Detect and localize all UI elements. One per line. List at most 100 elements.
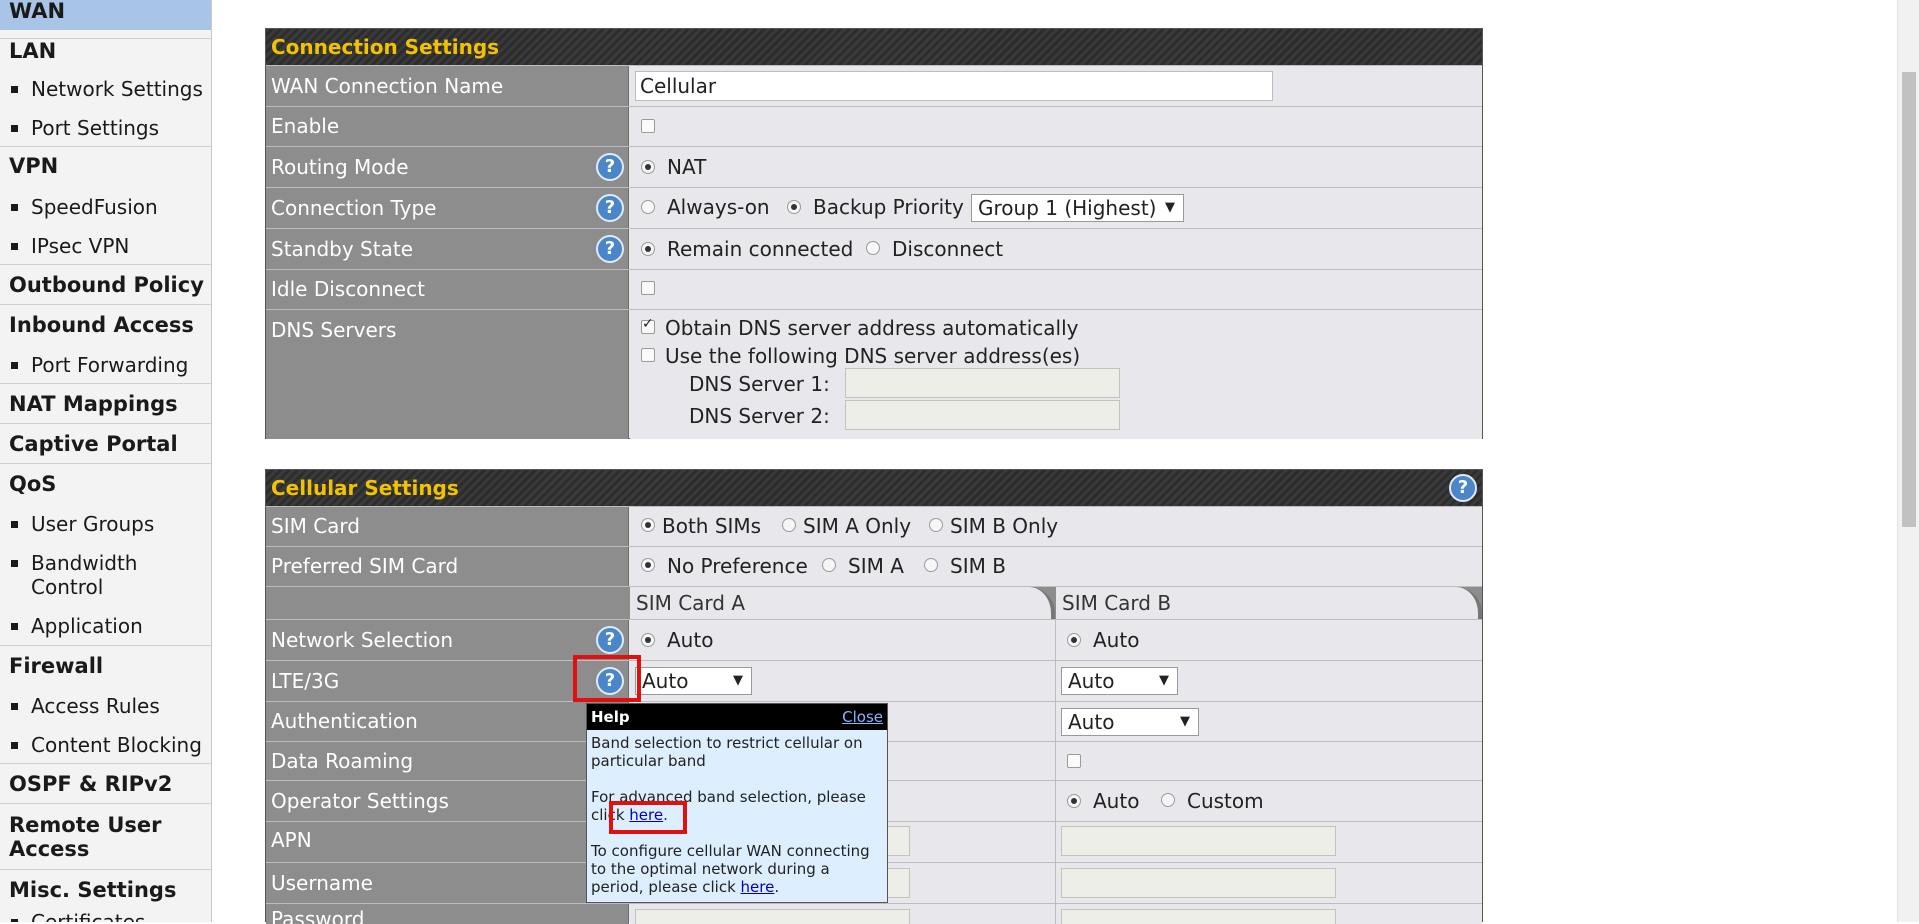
nav-qos[interactable]: QoS bbox=[0, 463, 211, 495]
nav-bandwidth-control[interactable]: Bandwidth Control bbox=[0, 551, 211, 599]
routing-nat-label: NAT bbox=[667, 155, 707, 179]
routing-nat-radio[interactable] bbox=[641, 160, 655, 174]
authentication-b-select[interactable]: Auto ▼ bbox=[1061, 708, 1199, 736]
nav-misc-settings-label: Misc. Settings bbox=[9, 878, 177, 902]
remain-connected-radio[interactable] bbox=[641, 242, 655, 256]
tab-sim-card-b[interactable]: SIM Card B bbox=[1056, 587, 1482, 619]
nav-access-rules[interactable]: Access Rules bbox=[0, 694, 211, 718]
enable-label: Enable bbox=[266, 107, 629, 146]
wan-connection-name-input[interactable] bbox=[635, 71, 1273, 101]
lte-a-select[interactable]: Auto ▼ bbox=[635, 667, 752, 695]
cellular-help-icon[interactable]: ? bbox=[1449, 474, 1477, 502]
authentication-b-cell: Auto ▼ bbox=[1056, 702, 1482, 741]
nav-inbound-access[interactable]: Inbound Access bbox=[0, 304, 211, 337]
sim-b-only-label: SIM B Only bbox=[950, 514, 1059, 538]
dns-auto-checkbox[interactable] bbox=[641, 316, 655, 334]
optimal-network-here-link[interactable]: here bbox=[741, 878, 775, 896]
data-roaming-b-checkbox[interactable] bbox=[1067, 754, 1081, 768]
row-preferred-sim: Preferred SIM Card No Preference SIM A S… bbox=[266, 546, 1482, 586]
operator-custom-b-radio[interactable] bbox=[1161, 793, 1175, 807]
help-popup-close-link[interactable]: Close bbox=[842, 704, 883, 730]
standby-label: Standby State bbox=[271, 237, 413, 261]
preferred-sim-b-radio[interactable] bbox=[924, 558, 938, 572]
nav-vpn[interactable]: VPN bbox=[0, 146, 211, 178]
lte-a-value: Auto bbox=[642, 669, 689, 693]
row-network-selection: Network Selection ? Auto Auto bbox=[266, 619, 1482, 660]
network-selection-help-icon[interactable]: ? bbox=[596, 626, 624, 654]
nav-inbound-access-label: Inbound Access bbox=[9, 313, 194, 337]
preferred-sim-a-radio[interactable] bbox=[822, 558, 836, 572]
help-period-click-text: period, please click bbox=[591, 878, 741, 896]
nav-port-settings[interactable]: Port Settings bbox=[0, 116, 211, 140]
routing-mode-cell: NAT bbox=[630, 147, 1482, 187]
nav-port-forwarding[interactable]: Port Forwarding bbox=[0, 353, 211, 377]
sim-a-only-radio[interactable] bbox=[782, 518, 796, 532]
nav-certificates[interactable]: Certificates bbox=[0, 910, 211, 922]
nav-speedfusion[interactable]: SpeedFusion bbox=[0, 195, 211, 219]
both-sims-radio[interactable] bbox=[641, 518, 655, 532]
routing-mode-label: Routing Mode bbox=[271, 155, 409, 179]
no-preference-radio[interactable] bbox=[641, 558, 655, 572]
username-label: Username bbox=[266, 863, 629, 903]
dns-manual-checkbox[interactable] bbox=[641, 348, 655, 362]
nav-misc-settings[interactable]: Misc. Settings bbox=[0, 869, 211, 902]
disconnect-label: Disconnect bbox=[892, 237, 1004, 261]
bullet-icon bbox=[11, 560, 18, 567]
network-auto-b-label: Auto bbox=[1093, 628, 1140, 652]
dns-server-2-input[interactable] bbox=[845, 400, 1120, 430]
tab-sim-card-a[interactable]: SIM Card A bbox=[630, 587, 1055, 619]
always-on-radio[interactable] bbox=[641, 200, 655, 214]
sim-card-label: SIM Card bbox=[266, 507, 629, 546]
sim-b-only-radio[interactable] bbox=[929, 518, 943, 532]
disconnect-radio[interactable] bbox=[866, 241, 880, 255]
nav-application[interactable]: Application bbox=[0, 614, 211, 638]
nav-ipsec-vpn[interactable]: IPsec VPN bbox=[0, 234, 211, 258]
nav-port-forwarding-label: Port Forwarding bbox=[31, 353, 189, 377]
operator-auto-b-radio[interactable] bbox=[1067, 794, 1081, 808]
network-selection-label: Network Selection bbox=[271, 628, 454, 652]
nav-wan[interactable]: WAN bbox=[0, 0, 211, 30]
row-routing-mode: Routing Mode ? NAT bbox=[266, 146, 1482, 187]
network-auto-a-radio[interactable] bbox=[641, 633, 655, 647]
authentication-b-value: Auto bbox=[1068, 710, 1115, 734]
backup-group-select[interactable]: Group 1 (Highest) ▼ bbox=[971, 194, 1184, 222]
nav-ospf-ripv2[interactable]: OSPF & RIPv2 bbox=[0, 763, 211, 795]
dns-server-1-input[interactable] bbox=[845, 368, 1120, 398]
data-roaming-label: Data Roaming bbox=[266, 742, 629, 780]
nav-firewall[interactable]: Firewall bbox=[0, 645, 211, 677]
lte-b-select[interactable]: Auto ▼ bbox=[1061, 667, 1178, 695]
cellular-settings-title: Cellular Settings bbox=[271, 476, 459, 500]
apn-b-input[interactable] bbox=[1061, 826, 1336, 856]
bullet-icon bbox=[11, 204, 18, 211]
password-b-cell bbox=[1056, 904, 1482, 924]
enable-checkbox[interactable] bbox=[641, 119, 655, 133]
nav-remote-user-label: Remote User bbox=[9, 813, 162, 837]
nav-content-blocking[interactable]: Content Blocking bbox=[0, 733, 211, 757]
row-dns-servers: DNS Servers Obtain DNS server address au… bbox=[266, 309, 1482, 439]
network-auto-b-radio[interactable] bbox=[1067, 633, 1081, 647]
nav-remote-user-access[interactable]: Remote User Access bbox=[0, 803, 211, 861]
password-a-cell bbox=[630, 904, 1056, 924]
bullet-icon bbox=[11, 362, 18, 369]
routing-mode-help-icon[interactable]: ? bbox=[596, 153, 624, 181]
connection-type-label-cell: Connection Type ? bbox=[266, 188, 629, 228]
standby-help-icon[interactable]: ? bbox=[596, 235, 624, 263]
row-password: Password bbox=[266, 903, 1482, 924]
network-selection-b-cell: Auto bbox=[1056, 620, 1482, 660]
backup-priority-radio[interactable] bbox=[787, 200, 801, 214]
nav-network-settings[interactable]: Network Settings bbox=[0, 77, 211, 101]
data-roaming-b-cell bbox=[1056, 742, 1482, 780]
nav-outbound-policy-label: Outbound Policy bbox=[9, 273, 204, 297]
username-b-input[interactable] bbox=[1061, 868, 1336, 898]
nav-outbound-policy[interactable]: Outbound Policy bbox=[0, 264, 211, 297]
connection-type-help-icon[interactable]: ? bbox=[596, 194, 624, 222]
nav-lan[interactable]: LAN bbox=[0, 38, 211, 68]
scrollbar-thumb[interactable] bbox=[1902, 72, 1916, 527]
page-scrollbar[interactable] bbox=[1897, 0, 1919, 922]
nav-user-groups[interactable]: User Groups bbox=[0, 512, 211, 536]
idle-disconnect-checkbox[interactable] bbox=[641, 281, 655, 295]
bullet-icon bbox=[11, 623, 18, 630]
nav-captive-portal[interactable]: Captive Portal bbox=[0, 423, 211, 455]
nav-nat-mappings[interactable]: NAT Mappings bbox=[0, 383, 211, 415]
help-popup-title: Help bbox=[591, 708, 630, 726]
